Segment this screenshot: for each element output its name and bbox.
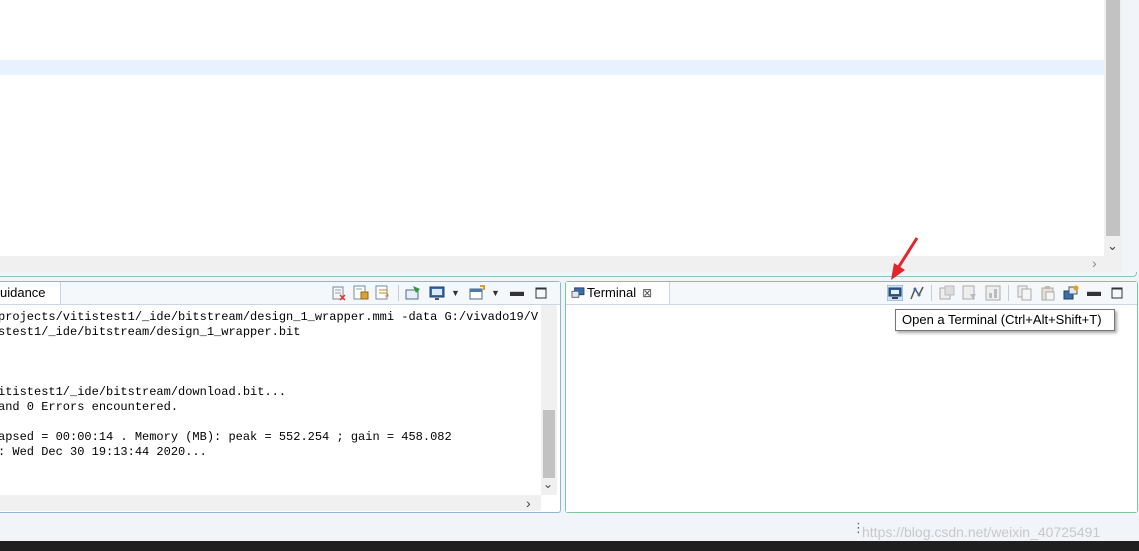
dropdown-icon[interactable]: ▼ xyxy=(491,285,503,301)
scrollbar-thumb[interactable] xyxy=(1106,0,1120,236)
watermark: https://blog.csdn.net/weixin_40725491 xyxy=(862,524,1101,540)
minimize-icon[interactable]: ▬ xyxy=(510,284,526,301)
toolbar-separator xyxy=(1008,285,1009,301)
display-console-icon[interactable] xyxy=(429,285,445,301)
console-line: projects/vitistest1/_ide/bitstream/desig… xyxy=(0,310,538,324)
os-taskbar xyxy=(0,541,1139,551)
toolbar-separator xyxy=(931,285,932,301)
current-line-highlight xyxy=(0,60,1104,75)
tab-guidance[interactable]: uidance xyxy=(0,282,61,304)
scroll-down-icon[interactable]: ⌄ xyxy=(1107,238,1118,254)
console-horizontal-scrollbar[interactable]: › xyxy=(0,495,541,511)
tab-label: Terminal xyxy=(587,285,637,300)
console-panel-header: uidance ▼ ▼ ▬ xyxy=(0,282,560,305)
scroll-right-icon[interactable]: › xyxy=(1092,255,1097,271)
close-tab-icon[interactable]: ⊠ xyxy=(642,282,652,304)
toggle-command-input-icon[interactable] xyxy=(909,285,925,301)
scroll-right-icon[interactable]: › xyxy=(526,495,531,511)
terminal-panel-header: Terminal ⊠ ▬ xyxy=(566,282,1137,305)
scroll-lock-icon[interactable] xyxy=(353,285,369,301)
dropdown-icon[interactable]: ▼ xyxy=(451,285,463,301)
console-line: : Wed Dec 30 19:13:44 2020... xyxy=(0,445,207,459)
copy-icon[interactable] xyxy=(1017,285,1033,301)
pin-console-icon[interactable] xyxy=(405,285,421,301)
scrollbar-thumb[interactable] xyxy=(543,410,555,478)
toolbar-separator xyxy=(398,285,399,301)
editor-horizontal-scrollbar[interactable]: › xyxy=(0,255,1122,272)
tab-terminal[interactable]: Terminal ⊠ xyxy=(567,282,670,304)
console-panel: uidance ▼ ▼ ▬ projects/vitistest1/_ide/b… xyxy=(0,281,561,513)
annotation-arrow-icon xyxy=(891,237,919,280)
clear-console-icon[interactable] xyxy=(331,285,347,301)
maximize-icon[interactable] xyxy=(1109,285,1125,301)
terminal-icon xyxy=(571,287,585,298)
pin-icon[interactable] xyxy=(1063,285,1079,301)
scroll-down-icon[interactable]: ⌄ xyxy=(543,477,553,491)
console-vertical-scrollbar[interactable]: ⌄ xyxy=(541,305,557,495)
tooltip: Open a Terminal (Ctrl+Alt+Shift+T) xyxy=(895,309,1115,331)
console-line: itistest1/_ide/bitstream/download.bit... xyxy=(0,385,287,399)
editor-frame xyxy=(0,272,1137,277)
minimize-icon[interactable]: ▬ xyxy=(1087,284,1103,301)
tab-label: uidance xyxy=(0,285,46,300)
tooltip-text: Open a Terminal (Ctrl+Alt+Shift+T) xyxy=(902,312,1102,327)
maximize-icon[interactable] xyxy=(533,285,549,301)
editor-area[interactable] xyxy=(0,0,1104,256)
disconnect-icon[interactable] xyxy=(939,285,955,301)
word-wrap-icon[interactable] xyxy=(375,285,391,301)
console-line: apsed = 00:00:14 . Memory (MB): peak = 5… xyxy=(0,430,452,444)
console-line: stest1/_ide/bitstream/design_1_wrapper.b… xyxy=(0,325,301,339)
paste-icon[interactable] xyxy=(1040,285,1056,301)
console-output[interactable]: projects/vitistest1/_ide/bitstream/desig… xyxy=(0,305,538,495)
editor-vertical-scrollbar[interactable]: ⌄ xyxy=(1104,0,1122,256)
terminal-content-area[interactable] xyxy=(566,305,1137,512)
scroll-lock-icon[interactable] xyxy=(962,285,978,301)
open-console-icon[interactable] xyxy=(469,285,485,301)
settings-icon[interactable] xyxy=(985,285,1001,301)
open-terminal-icon[interactable] xyxy=(887,285,903,301)
console-line: and 0 Errors encountered. xyxy=(0,400,179,414)
